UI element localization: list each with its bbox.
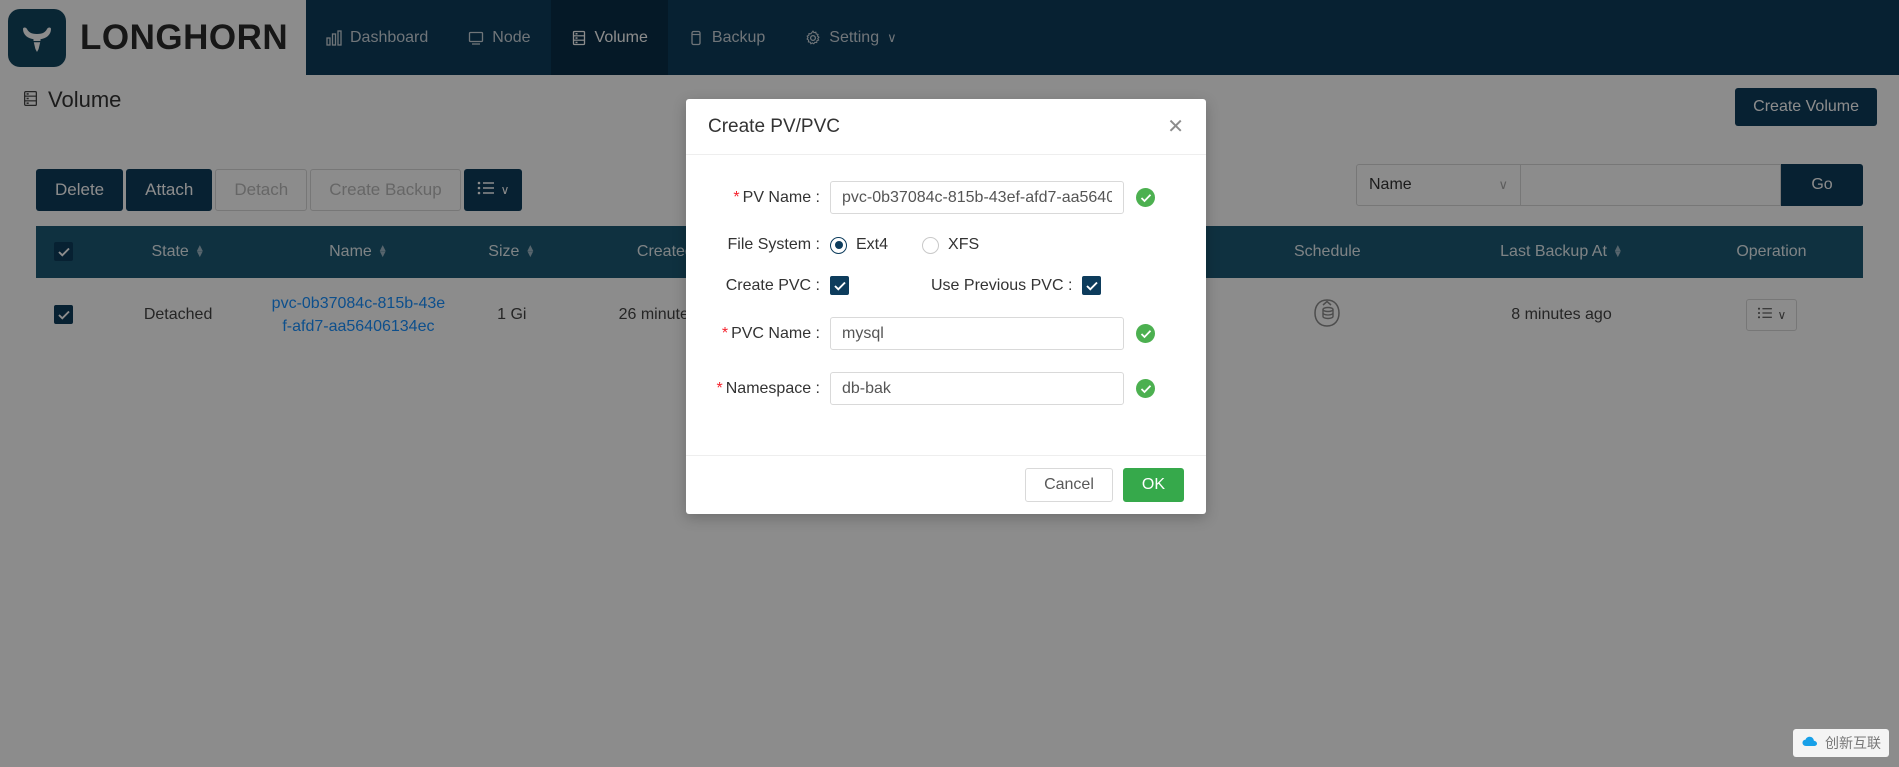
close-icon[interactable]: ✕: [1167, 117, 1184, 137]
valid-check-icon: [1136, 324, 1155, 343]
radio-xfs-icon: [922, 236, 940, 254]
valid-check-icon: [1136, 188, 1155, 207]
namespace-label: * Namespace :: [708, 380, 830, 398]
namespace-control: [830, 372, 1155, 405]
create-pvc-checkbox[interactable]: [830, 276, 849, 295]
cloud-icon: [1801, 735, 1819, 752]
pv-name-control: [830, 181, 1155, 214]
use-previous-pvc-label: Use Previous PVC :: [931, 276, 1073, 294]
create-pvc-checkbox-wrap: [830, 276, 849, 295]
create-pvc-label: Create PVC :: [708, 277, 830, 295]
radio-option-xfs[interactable]: XFS: [922, 236, 979, 254]
file-system-control: Ext4 XFS: [830, 236, 979, 254]
required-asterisk: *: [733, 188, 740, 206]
use-previous-pvc-wrap: Use Previous PVC :: [931, 276, 1102, 295]
pvc-checkbox-control: Use Previous PVC :: [830, 276, 1102, 295]
create-pvc-label-text: Create PVC :: [725, 276, 820, 294]
use-previous-pvc-checkbox[interactable]: [1082, 276, 1102, 295]
cancel-button[interactable]: Cancel: [1025, 468, 1113, 502]
dialog-title: Create PV/PVC: [708, 115, 840, 137]
pvc-name-input[interactable]: [830, 317, 1124, 350]
radio-option-ext4[interactable]: Ext4: [830, 236, 888, 254]
field-row-pv-name: * PV Name :: [708, 181, 1184, 214]
radio-ext4-label: Ext4: [856, 236, 889, 253]
namespace-label-text: Namespace :: [725, 379, 820, 397]
field-row-pvc-checkboxes: Create PVC : Use Previous PVC :: [708, 276, 1184, 295]
namespace-input[interactable]: [830, 372, 1124, 405]
watermark-text: 创新互联: [1825, 735, 1881, 751]
dialog-header: Create PV/PVC ✕: [686, 99, 1206, 155]
pvc-name-label-text: PVC Name :: [731, 324, 820, 342]
ok-button[interactable]: OK: [1122, 468, 1184, 502]
valid-check-icon: [1136, 379, 1155, 398]
required-asterisk: *: [721, 324, 729, 342]
watermark: 创新互联: [1793, 729, 1889, 757]
field-row-namespace: * Namespace :: [708, 372, 1184, 405]
field-row-pvc-name: * PVC Name :: [708, 317, 1184, 350]
required-asterisk: *: [716, 379, 723, 397]
pvc-name-control: [830, 317, 1155, 350]
radio-xfs-label: XFS: [948, 236, 980, 253]
file-system-label-text: File System :: [727, 236, 820, 253]
dialog-footer: Cancel OK: [686, 455, 1206, 514]
create-pv-pvc-dialog: Create PV/PVC ✕ *PV Name : File System :: [686, 99, 1206, 514]
pvc-name-label: * PVC Name :: [708, 325, 830, 343]
pv-name-label-text: PV Name :: [742, 188, 820, 206]
dialog-body: *PV Name : File System : Ext4 XF: [686, 155, 1206, 455]
pv-name-input[interactable]: [830, 181, 1124, 214]
pv-name-label: * PV Name :: [708, 189, 830, 207]
radio-ext4-icon: [830, 236, 847, 254]
field-row-file-system: File System : Ext4 XFS: [708, 236, 1184, 254]
file-system-label: File System :: [708, 236, 830, 254]
